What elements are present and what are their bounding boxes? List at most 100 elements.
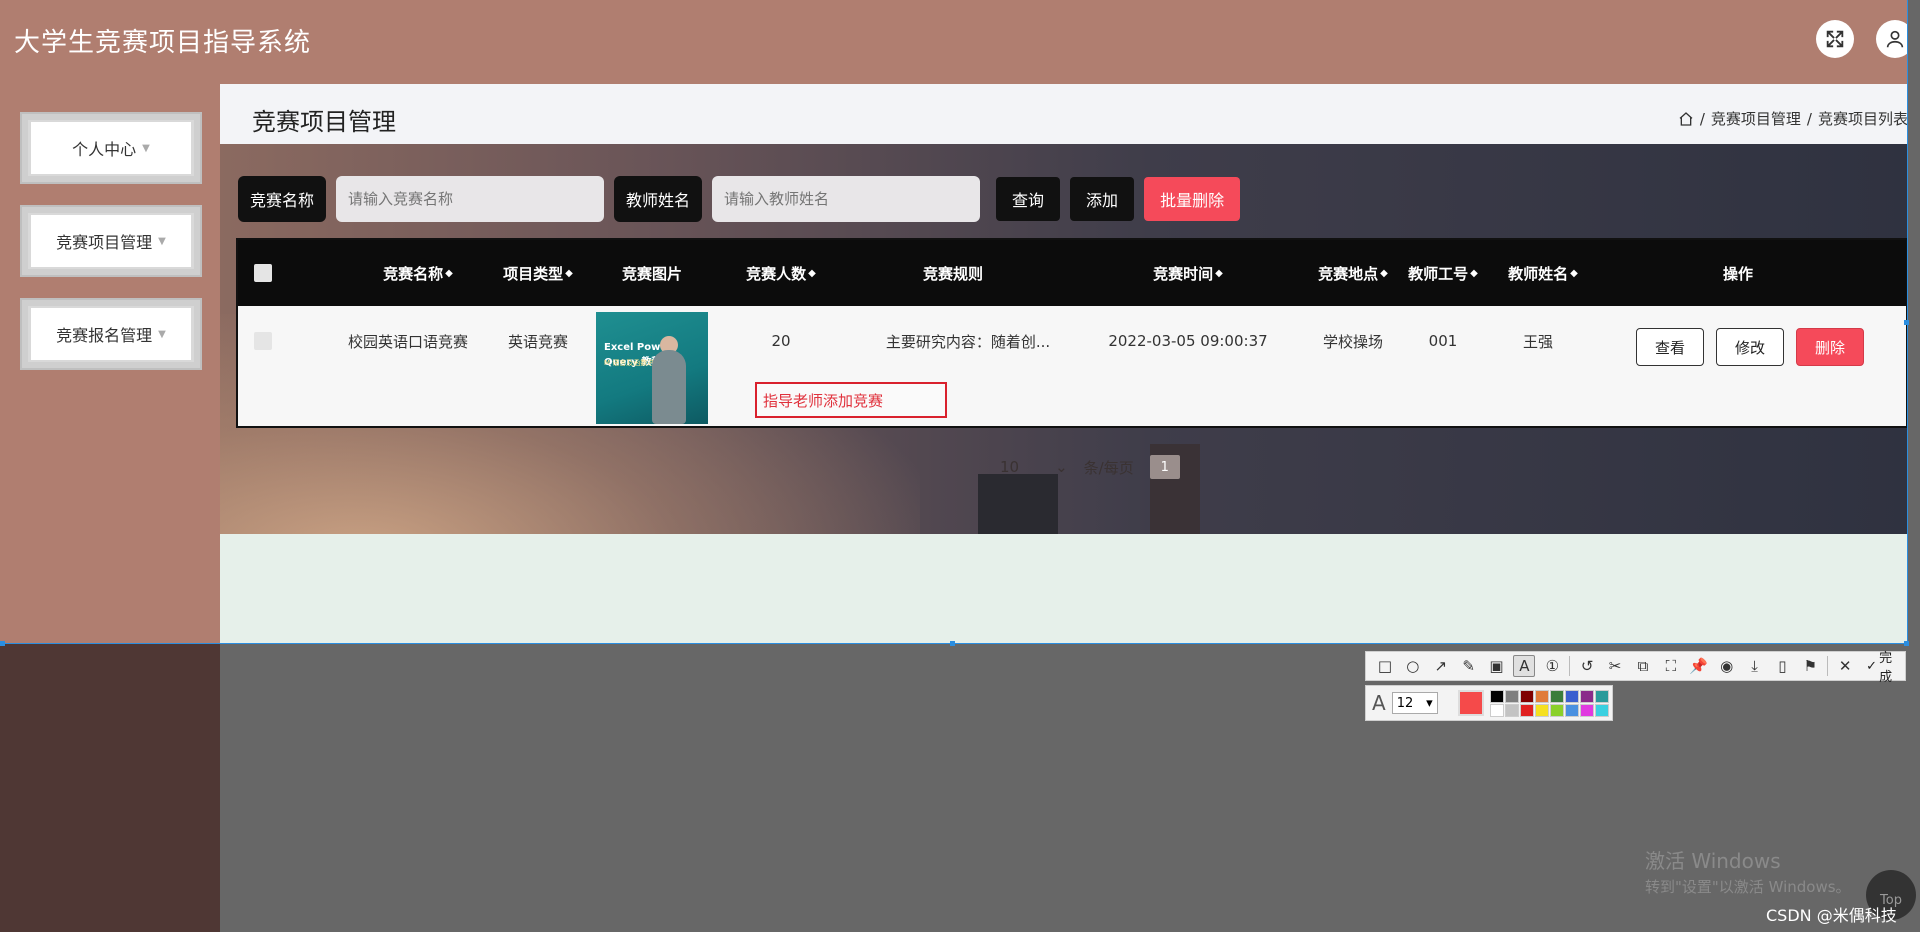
competition-image[interactable]: Excel Power Query 教程 M 语言及函数进阶 (596, 312, 708, 424)
color-swatch[interactable] (1564, 689, 1579, 703)
sidebar-item-competition-projects[interactable]: 竞赛项目管理 ▼ (20, 205, 202, 277)
sidebar-item-label: 竞赛报名管理 (56, 326, 153, 345)
color-swatch[interactable] (1549, 703, 1564, 717)
breadcrumb-item[interactable]: 竞赛项目管理 (1711, 108, 1801, 129)
teacher-name-input[interactable] (712, 176, 981, 222)
color-swatch[interactable] (1489, 703, 1504, 717)
windows-activation-watermark: 激活 Windows 转到"设置"以激活 Windows。 (1645, 849, 1851, 896)
page-size-label: 条/每页 (1083, 458, 1134, 477)
sort-icon[interactable]: ◆ (565, 268, 573, 279)
cell-people: 20 (771, 332, 791, 350)
font-icon: A (1372, 691, 1386, 715)
scan-icon[interactable]: ⛶ (1660, 655, 1682, 677)
column-header-place[interactable]: 竞赛地点 ◆ (1298, 240, 1408, 306)
cut-icon[interactable]: ✂ (1604, 655, 1626, 677)
text-tool-icon[interactable]: A (1513, 655, 1536, 677)
caret-down-icon: ▾ (1426, 695, 1433, 711)
top-bar: 大学生竞赛项目指导系统 (0, 0, 1908, 84)
sidebar-item-registrations[interactable]: 竞赛报名管理 ▼ (20, 298, 202, 370)
sort-icon[interactable]: ◆ (808, 268, 816, 279)
sort-icon[interactable]: ◆ (1470, 268, 1478, 279)
sort-icon[interactable]: ◆ (1570, 268, 1578, 279)
color-swatch[interactable] (1534, 703, 1549, 717)
current-color-swatch[interactable] (1457, 690, 1484, 716)
competition-name-input[interactable] (336, 176, 605, 222)
arrow-tool-icon[interactable]: ↗ (1430, 655, 1452, 677)
ocr-icon[interactable]: ⧉ (1632, 655, 1654, 677)
rectangle-tool-icon[interactable]: □ (1374, 655, 1396, 677)
color-palette[interactable] (1489, 689, 1609, 717)
color-swatch[interactable] (1579, 703, 1594, 717)
fullscreen-button[interactable] (1816, 20, 1854, 58)
color-swatch[interactable] (1594, 689, 1609, 703)
color-swatch[interactable] (1489, 689, 1504, 703)
color-swatch[interactable] (1519, 703, 1534, 717)
number-tool-icon[interactable]: ① (1541, 655, 1563, 677)
snip-toolbar: □ ○ ↗ ✎ ▣ A ① ↺ ✂ ⧉ ⛶ 📌 ◉ ⤓ ▯ ⚑ ✕ ✓ 完成 (1365, 651, 1906, 685)
undo-icon[interactable]: ↺ (1576, 655, 1598, 677)
text-annotation[interactable]: 指导老师添加竞赛 (755, 382, 947, 418)
edit-button[interactable]: 修改 (1716, 328, 1784, 366)
done-button[interactable]: ✓ 完成 (1866, 647, 1905, 685)
column-header-people[interactable]: 竞赛人数 ◆ (706, 240, 856, 306)
selection-handle[interactable] (0, 641, 5, 646)
page-size-select[interactable]: 10 (1000, 458, 1019, 476)
color-swatch[interactable] (1504, 703, 1519, 717)
color-swatch[interactable] (1519, 689, 1534, 703)
color-swatch[interactable] (1534, 689, 1549, 703)
chevron-down-icon[interactable]: ⌄ (1055, 458, 1068, 476)
phone-icon[interactable]: ▯ (1771, 655, 1793, 677)
pencil-tool-icon[interactable]: ✎ (1458, 655, 1480, 677)
table-row: 校园英语口语竞赛 英语竞赛 Excel Power Query 教程 M 语言及… (238, 306, 1906, 426)
main-content: 竞赛项目管理 / 竞赛项目管理 / 竞赛项目列表 竞赛名称 教师姓名 查询 添加… (220, 84, 1908, 644)
home-icon[interactable] (1678, 111, 1694, 127)
column-header-teacher-id[interactable]: 教师工号 ◆ (1398, 240, 1488, 306)
sort-icon[interactable]: ◆ (1215, 268, 1223, 279)
color-swatch[interactable] (1564, 703, 1579, 717)
color-swatch[interactable] (1504, 689, 1519, 703)
page-number[interactable]: 1 (1149, 455, 1180, 479)
selection-handle[interactable] (1904, 641, 1909, 646)
query-button[interactable]: 查询 (996, 177, 1061, 221)
ellipse-tool-icon[interactable]: ○ (1402, 655, 1424, 677)
sidebar-item-label: 竞赛项目管理 (56, 233, 153, 252)
cell-type: 英语竞赛 (507, 332, 568, 351)
column-header-time[interactable]: 竞赛时间 ◆ (1088, 240, 1288, 306)
column-header-name[interactable]: 竞赛名称 ◆ (338, 240, 498, 306)
sidebar-item-profile[interactable]: 个人中心 ▼ (20, 112, 202, 184)
cell-rules: 主要研究内容：随着创... (885, 332, 1051, 351)
table-header: 竞赛名称 ◆ 项目类型 ◆ 竞赛图片 竞赛人数 ◆ 竞赛规则 竞赛时间 ◆ 竞赛地点 ◆ … (238, 240, 1906, 306)
color-swatch[interactable] (1594, 703, 1609, 717)
pin-icon[interactable]: 📌 (1688, 655, 1710, 677)
selection-handle[interactable] (950, 641, 955, 646)
delete-button[interactable]: 删除 (1796, 328, 1864, 366)
download-icon[interactable]: ⤓ (1744, 655, 1766, 677)
close-icon[interactable]: ✕ (1834, 655, 1856, 677)
font-size-select[interactable]: 12 ▾ (1391, 692, 1438, 714)
caret-down-icon: ▼ (158, 235, 166, 247)
column-header-type[interactable]: 项目类型 ◆ (478, 240, 598, 306)
select-all-checkbox[interactable] (252, 240, 274, 306)
breadcrumb-separator: / (1699, 109, 1705, 128)
record-icon[interactable]: ◉ (1716, 655, 1738, 677)
row-checkbox[interactable] (252, 326, 274, 356)
mosaic-tool-icon[interactable]: ▣ (1486, 655, 1508, 677)
app-title: 大学生竞赛项目指导系统 (14, 28, 312, 58)
caret-down-icon: ▼ (158, 328, 166, 340)
csdn-credit: CSDN @米偶科技 (1766, 906, 1897, 925)
page-title: 竞赛项目管理 (252, 108, 396, 136)
selection-handle[interactable] (1904, 320, 1909, 325)
color-swatch[interactable] (1549, 689, 1564, 703)
user-button[interactable] (1876, 20, 1908, 58)
pagination: 10 ⌄ 条/每页 1 (1000, 455, 1180, 479)
sort-icon[interactable]: ◆ (445, 268, 453, 279)
view-button[interactable]: 查看 (1636, 328, 1704, 366)
color-swatch[interactable] (1579, 689, 1594, 703)
add-button[interactable]: 添加 (1070, 177, 1135, 221)
check-icon: ✓ (1866, 658, 1878, 674)
column-header-teacher-name[interactable]: 教师姓名 ◆ (1488, 240, 1598, 306)
sort-icon[interactable]: ◆ (1380, 268, 1388, 279)
batch-delete-button[interactable]: 批量删除 (1144, 177, 1241, 221)
bookmark-icon[interactable]: ⚑ (1799, 655, 1821, 677)
user-icon (1886, 30, 1904, 48)
